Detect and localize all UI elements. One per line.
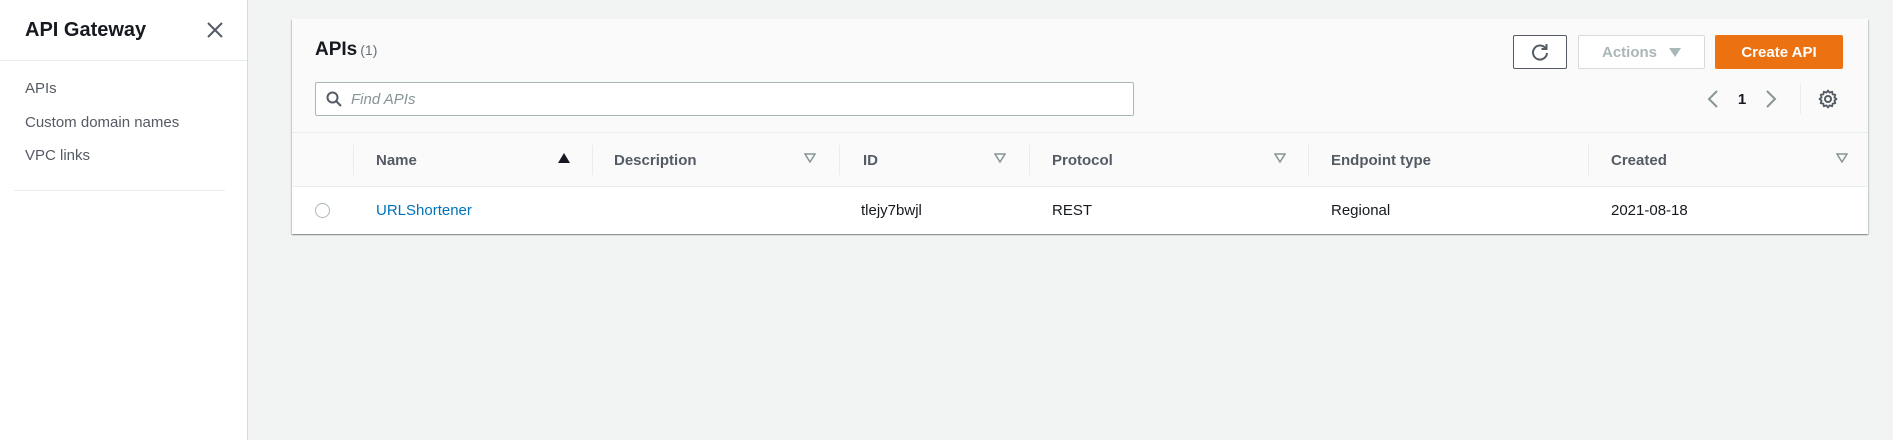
refresh-icon — [1532, 44, 1548, 61]
api-endpoint-type: Regional — [1331, 201, 1391, 219]
api-name-link[interactable]: URLShortener — [376, 187, 472, 233]
previous-page-button[interactable] — [1698, 84, 1728, 114]
current-page-number[interactable]: 1 — [1728, 91, 1756, 108]
close-icon[interactable] — [205, 20, 225, 40]
sidebar-item-vpc-links[interactable]: VPC links — [0, 145, 247, 179]
gear-icon — [1818, 89, 1838, 109]
next-page-button[interactable] — [1756, 84, 1786, 114]
api-count: (1) — [360, 42, 378, 58]
api-created-date: 2021-08-18 — [1611, 201, 1688, 219]
sidebar-divider — [14, 189, 225, 191]
table-header-area: APIs(1) Actions Create API 1 — [292, 19, 1868, 133]
find-apis-search — [315, 82, 1134, 116]
side-navigation: API Gateway APIs Custom domain names VPC… — [0, 0, 248, 440]
column-separator — [353, 145, 354, 175]
column-header-endpoint-type[interactable]: Endpoint type — [1331, 133, 1431, 187]
search-icon — [326, 91, 342, 107]
actions-label: Actions — [1601, 43, 1657, 61]
pager-divider — [1800, 84, 1801, 114]
refresh-button[interactable] — [1513, 35, 1567, 69]
chevron-right-icon — [1766, 90, 1777, 108]
create-api-button[interactable]: Create API — [1715, 35, 1843, 69]
sort-icon[interactable] — [1836, 153, 1848, 163]
sidebar-item-custom-domain-names[interactable]: Custom domain names — [0, 112, 247, 146]
sidebar-nav: APIs Custom domain names VPC links — [0, 61, 247, 179]
sort-icon[interactable] — [994, 153, 1006, 163]
column-separator — [1029, 145, 1030, 175]
column-separator — [1308, 145, 1309, 175]
preferences-button[interactable] — [1813, 84, 1843, 114]
pagination: 1 — [1698, 84, 1843, 114]
actions-button[interactable]: Actions — [1578, 35, 1705, 69]
sort-ascending-icon[interactable] — [558, 153, 570, 163]
column-header-id[interactable]: ID — [863, 133, 878, 187]
column-header-name[interactable]: Name — [376, 133, 417, 187]
api-protocol: REST — [1052, 201, 1093, 219]
sidebar-title[interactable]: API Gateway — [25, 19, 146, 42]
apis-table-container: APIs(1) Actions Create API 1 — [292, 19, 1868, 234]
sidebar-item-apis[interactable]: APIs — [0, 78, 247, 112]
column-header-created[interactable]: Created — [1611, 133, 1667, 187]
chevron-left-icon — [1707, 90, 1718, 108]
panel-title-text: APIs — [315, 39, 358, 60]
column-separator — [839, 145, 840, 175]
api-id: tlejy7bwjl — [861, 201, 922, 219]
caret-down-icon — [1669, 47, 1681, 57]
sort-icon[interactable] — [1274, 153, 1286, 163]
column-header-protocol[interactable]: Protocol — [1052, 133, 1113, 187]
column-separator — [592, 145, 593, 175]
search-input[interactable] — [351, 90, 1111, 108]
page-title: APIs (1) — [315, 39, 377, 61]
column-separator — [1588, 145, 1589, 175]
table-column-headers: Name Description ID Protocol Endpoint ty… — [292, 133, 1868, 187]
sidebar-header: API Gateway — [0, 0, 247, 61]
column-header-description[interactable]: Description — [614, 133, 697, 187]
table-row[interactable]: URLShortener tlejy7bwjl REST Regional 20… — [292, 187, 1868, 233]
sort-icon[interactable] — [804, 153, 816, 163]
row-select-radio[interactable] — [315, 203, 330, 218]
